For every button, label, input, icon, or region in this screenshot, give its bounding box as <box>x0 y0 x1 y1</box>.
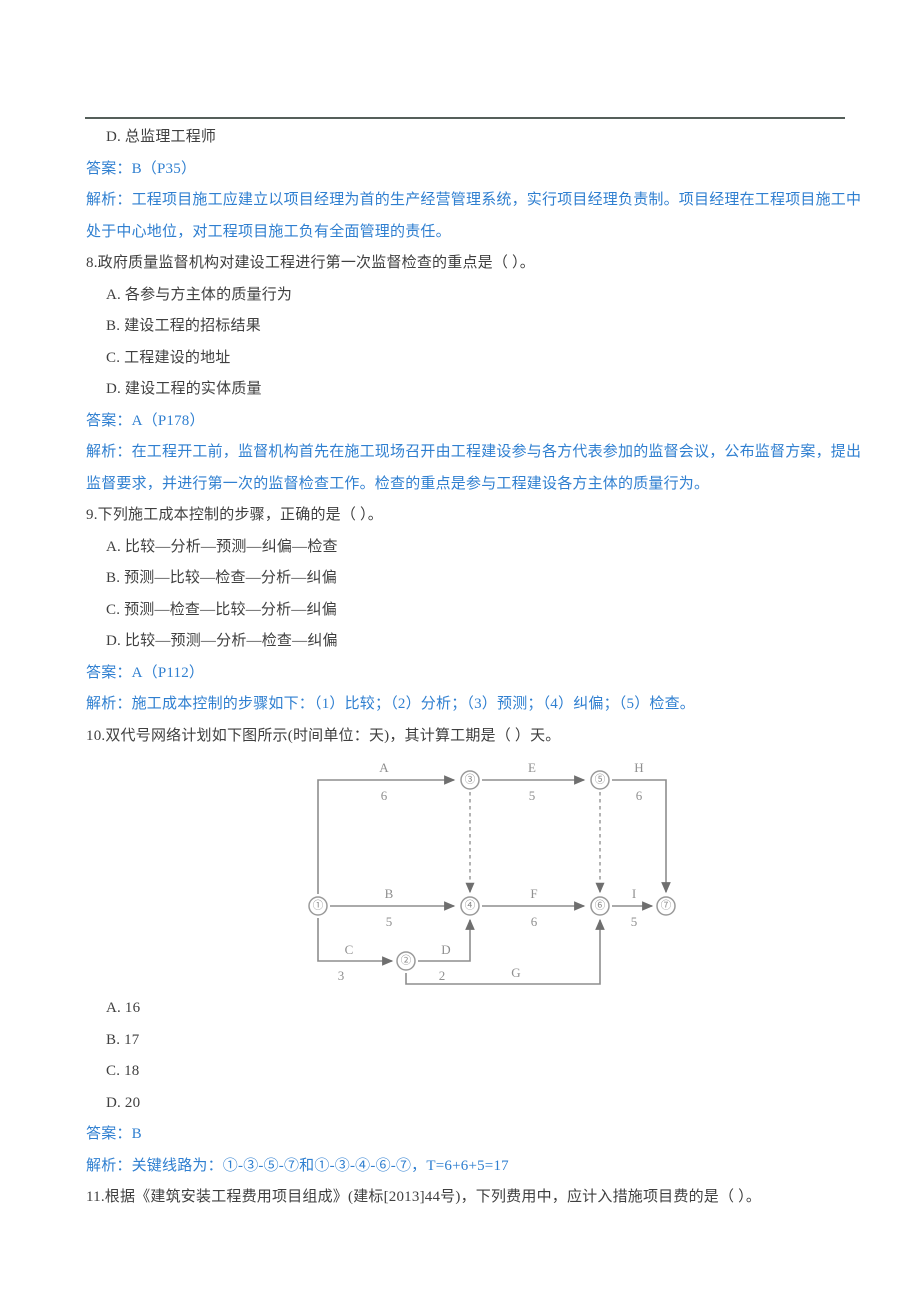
node-6: ⑥ <box>590 896 610 916</box>
header-divider <box>85 117 845 119</box>
node-3: ③ <box>460 770 480 790</box>
activity-I: I 5 <box>612 886 654 929</box>
activity-I-duration: 5 <box>631 914 638 929</box>
node-7: ⑦ <box>656 896 676 916</box>
option-item: D. 20 <box>106 1094 141 1111</box>
activity-C: C 3 <box>317 918 394 983</box>
explanation-text: 解析：工程项目施工应建立以项目经理为首的生产经营管理系统，实行项目经理负责制。项… <box>86 192 862 240</box>
node-5-label: ⑤ <box>595 774 606 786</box>
question-stem: 11.根据《建筑安装工程费用项目组成》(建标[2013]44号)，下列费用中，应… <box>86 1189 762 1205</box>
activity-A: A 6 <box>317 760 456 894</box>
option-item: A. 比较—分析—预测—纠偏—检查 <box>106 538 338 555</box>
activity-C-duration: 3 <box>338 968 345 983</box>
answer-line: 答案：A（P112） <box>86 664 205 681</box>
node-2-label: ② <box>401 955 412 967</box>
node-5: ⑤ <box>590 770 610 790</box>
network-diagram: A 6 B 5 C 3 D 2 E 5 F 6 G H 6 I 5 ① ② ③ … <box>294 756 684 991</box>
activity-A-label: A <box>379 760 389 775</box>
document-page: D. 总监理工程师 答案：B（P35） 解析：工程项目施工应建立以项目经理为首的… <box>0 0 920 1302</box>
activity-E-label: E <box>528 760 536 775</box>
answer-line: 答案：B（P35） <box>86 160 197 177</box>
activity-D-label: D <box>441 942 450 957</box>
activity-B: B 5 <box>330 886 456 929</box>
activity-G: G 4 <box>405 918 605 991</box>
activity-H: H 6 <box>612 760 671 894</box>
option-item: C. 18 <box>106 1063 140 1079</box>
question-stem: 10.双代号网络计划如下图所示(时间单位：天)，其计算工期是（ ）天。 <box>86 727 561 744</box>
option-item: A. 各参与方主体的质量行为 <box>106 286 293 303</box>
activity-D-duration: 2 <box>439 968 446 983</box>
option-item: D. 比较—预测—分析—检查—纠偏 <box>106 633 338 649</box>
answer-line: 答案：A（P178） <box>86 412 205 429</box>
explanation-text: 解析：在工程开工前，监督机构首先在施工现场召开由工程建设参与各方代表参加的监督会… <box>86 444 862 492</box>
option-item: C. 预测—检查—比较—分析—纠偏 <box>106 601 337 618</box>
activity-G-duration: 4 <box>513 988 520 991</box>
option-item: B. 建设工程的招标结果 <box>106 318 261 334</box>
option-item: D. 建设工程的实体质量 <box>106 381 262 397</box>
activity-C-label: C <box>345 942 354 957</box>
option-item: B. 预测—比较—检查—分析—纠偏 <box>106 570 337 586</box>
activity-F-duration: 6 <box>531 914 538 929</box>
activity-A-duration: 6 <box>381 788 388 803</box>
explanation-text: 解析：施工成本控制的步骤如下：（1）比较；（2）分析；（3）预测；（4）纠偏；（… <box>86 696 696 712</box>
node-3-label: ③ <box>465 774 476 786</box>
node-4-label: ④ <box>465 900 476 912</box>
document-content: D. 总监理工程师 答案：B（P35） 解析：工程项目施工应建立以项目经理为首的… <box>86 122 866 1214</box>
node-1: ① <box>308 896 328 916</box>
activity-G-label: G <box>511 965 520 980</box>
activity-H-duration: 6 <box>636 788 643 803</box>
activity-D: D 2 <box>418 918 475 983</box>
node-1-label: ① <box>313 900 324 912</box>
activity-F: F 6 <box>482 886 586 929</box>
network-diagram-figure: A 6 B 5 C 3 D 2 E 5 F 6 G H 6 I 5 ① ② ③ … <box>86 756 866 991</box>
activity-H-label: H <box>634 760 643 775</box>
activity-I-label: I <box>632 886 636 901</box>
node-6-label: ⑥ <box>595 900 606 912</box>
question-stem: 8.政府质量监督机构对建设工程进行第一次监督检查的重点是（ ）。 <box>86 255 535 271</box>
activity-E-duration: 5 <box>529 788 536 803</box>
question-stem: 9.下列施工成本控制的步骤，正确的是（ ）。 <box>86 507 383 523</box>
activity-E: E 5 <box>482 760 586 803</box>
option-item: A. 16 <box>106 1000 141 1016</box>
option-item: B. 17 <box>106 1031 140 1048</box>
node-7-label: ⑦ <box>661 900 672 912</box>
answer-line: 答案：B <box>86 1126 142 1142</box>
activity-B-duration: 5 <box>386 914 393 929</box>
node-4: ④ <box>460 896 480 916</box>
node-2: ② <box>396 951 416 971</box>
activity-F-label: F <box>530 886 537 901</box>
option-item: C. 工程建设的地址 <box>106 349 231 366</box>
option-item: D. 总监理工程师 <box>106 129 217 145</box>
activity-B-label: B <box>385 886 394 901</box>
explanation-text: 解析：关键线路为：①-③-⑤-⑦和①-③-④-⑥-⑦，T=6+6+5=17 <box>86 1157 509 1174</box>
